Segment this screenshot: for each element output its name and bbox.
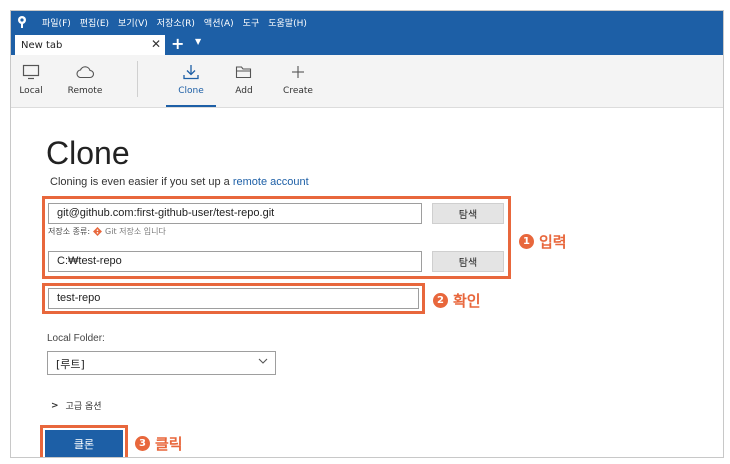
toolbar: Local Remote Clone Add Create xyxy=(11,55,723,108)
subtitle-text: Cloning is even easier if you set up a xyxy=(50,176,233,188)
remote-account-link[interactable]: remote account xyxy=(233,176,309,188)
annotation-number-2: 2 xyxy=(433,293,448,308)
annotation-input: 1 입력 xyxy=(519,231,567,252)
annotation-number-1: 1 xyxy=(519,234,534,249)
menu-help[interactable]: 도움말(H) xyxy=(268,16,307,29)
highlight-box-clone xyxy=(40,425,128,457)
highlight-box-input xyxy=(42,196,511,279)
annotation-confirm: 2 확인 xyxy=(433,290,481,311)
monitor-icon xyxy=(22,62,40,82)
menu-repository[interactable]: 저장소(R) xyxy=(157,16,195,29)
close-icon[interactable]: ✕ xyxy=(151,37,161,51)
plus-icon xyxy=(291,62,305,82)
menu-bar: 파일(F) 편집(E) 보기(V) 저장소(R) 액션(A) 도구 도움말(H) xyxy=(11,11,723,33)
toolbar-divider xyxy=(137,61,138,97)
annotation-number-3: 3 xyxy=(135,436,150,451)
app-window: 파일(F) 편집(E) 보기(V) 저장소(R) 액션(A) 도구 도움말(H)… xyxy=(10,10,724,458)
folder-icon xyxy=(235,62,253,82)
chevron-right-icon: > xyxy=(51,400,59,411)
subtitle: Cloning is even easier if you set up a r… xyxy=(50,176,309,188)
local-button[interactable]: Local xyxy=(15,55,47,107)
tab-label: New tab xyxy=(21,39,63,51)
cloud-icon xyxy=(75,62,95,82)
annotation-text-1: 입력 xyxy=(539,233,567,251)
clone-tool-label: Clone xyxy=(178,86,204,96)
page-title: Clone xyxy=(46,135,130,171)
download-icon xyxy=(182,62,200,82)
highlight-box-name xyxy=(42,283,425,314)
create-button[interactable]: Create xyxy=(281,55,315,107)
plus-icon[interactable]: + xyxy=(171,34,184,53)
menu-tools[interactable]: 도구 xyxy=(243,16,260,29)
local-folder-value: [루트] xyxy=(56,358,85,371)
local-label: Local xyxy=(19,86,43,96)
add-label: Add xyxy=(235,86,253,96)
tab-bar: New tab ✕ + ▼ xyxy=(11,33,723,55)
annotation-text-2: 확인 xyxy=(453,292,481,310)
chevron-down-icon[interactable]: ▼ xyxy=(195,37,201,46)
menu-actions[interactable]: 액션(A) xyxy=(204,16,234,29)
chevron-down-icon xyxy=(257,355,269,370)
menu-view[interactable]: 보기(V) xyxy=(118,16,148,29)
annotation-text-3: 클릭 xyxy=(155,435,183,453)
menu-edit[interactable]: 편집(E) xyxy=(80,16,109,29)
local-folder-select[interactable]: [루트] xyxy=(47,351,276,375)
advanced-options-label: 고급 옵션 xyxy=(65,402,102,412)
add-button[interactable]: Add xyxy=(231,55,257,107)
remote-button[interactable]: Remote xyxy=(65,55,105,107)
tab-new-tab[interactable]: New tab ✕ xyxy=(15,35,165,55)
annotation-click: 3 클릭 xyxy=(135,433,183,454)
local-folder-label: Local Folder: xyxy=(47,333,105,344)
remote-label: Remote xyxy=(67,86,103,96)
clone-tool-button[interactable]: Clone xyxy=(166,55,216,107)
menu-file[interactable]: 파일(F) xyxy=(42,16,71,29)
create-label: Create xyxy=(283,86,313,96)
advanced-options-toggle[interactable]: > 고급 옵션 xyxy=(51,399,102,413)
app-logo-icon xyxy=(11,11,33,33)
